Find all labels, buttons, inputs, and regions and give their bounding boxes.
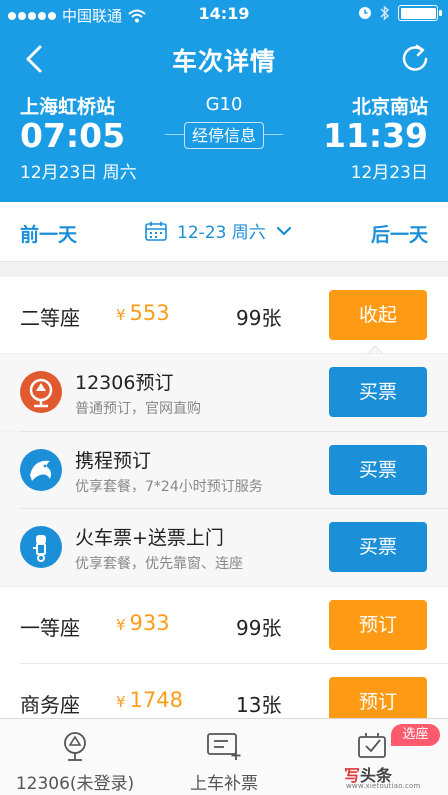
seat-price: ¥553 <box>116 301 170 325</box>
provider-title: 12306预订 <box>75 372 174 394</box>
provider-row-12306: 12306预订 普通预订，官网直购 买票 <box>0 354 448 431</box>
provider-row-delivery: 火车票+送票上门 优享套餐，优先靠窗、连座 买票 <box>0 509 448 586</box>
chevron-down-icon <box>276 226 291 235</box>
arrival-time: 11:39 <box>322 116 428 155</box>
caret-up-icon <box>367 345 383 354</box>
departure-date: 12月23日 周六 <box>20 163 137 183</box>
add-ticket-icon <box>207 733 241 760</box>
railway-logo-icon <box>20 371 62 413</box>
provider-title: 火车票+送票上门 <box>75 527 224 549</box>
seat-count: 99张 <box>236 616 282 640</box>
seat-price: ¥933 <box>116 611 170 635</box>
seat-count: 99张 <box>236 306 282 330</box>
battery-icon <box>398 5 442 21</box>
tab-12306[interactable]: 12306(未登录) <box>0 719 150 795</box>
calendar-icon <box>145 221 167 241</box>
tab-label: 上车补票 <box>190 774 258 794</box>
seat-price: ¥1748 <box>116 688 183 712</box>
route-summary: 上海虹桥站 07:05 12月23日 周六 G10 经停信息 北京南站 11:3… <box>0 88 448 188</box>
prev-day-button[interactable]: 前一天 <box>20 220 77 247</box>
next-day-button[interactable]: 后一天 <box>371 220 428 247</box>
buy-ticket-button[interactable]: 买票 <box>329 367 427 417</box>
nav-bar: 车次详情 <box>0 34 448 84</box>
buy-ticket-button[interactable]: 买票 <box>329 522 427 572</box>
stops-info-button[interactable]: 经停信息 <box>184 122 264 149</box>
seat-select-badge: 选座 <box>391 724 440 746</box>
watermark: 写头条 www.xietoutiao.com <box>344 766 421 790</box>
railway-icon <box>64 732 86 761</box>
seat-row-first-class: 一等座 ¥933 99张 预订 <box>0 587 448 664</box>
provider-subtitle: 优享套餐，7*24小时预订服务 <box>75 479 263 495</box>
departure-time: 07:05 <box>20 116 126 155</box>
buy-ticket-button[interactable]: 买票 <box>329 445 427 495</box>
book-button[interactable]: 预订 <box>329 677 427 724</box>
current-date-label: 12-23 周六 <box>177 223 266 243</box>
status-bar: 中国联通 14:19 <box>0 0 448 30</box>
date-selector[interactable]: 12-23 周六 <box>145 218 292 243</box>
refresh-icon[interactable] <box>398 42 432 76</box>
seat-row-business-class: 商务座 ¥1748 13张 预订 <box>0 664 448 724</box>
bluetooth-icon <box>380 5 390 21</box>
arrival-station: 北京南站 <box>351 96 428 118</box>
arrival-date: 12月23日 <box>350 163 428 183</box>
seat-count: 13张 <box>236 693 282 717</box>
collapse-button[interactable]: 收起 <box>329 290 427 340</box>
tab-supplementary-ticket[interactable]: 上车补票 <box>149 719 299 795</box>
provider-title: 携程预订 <box>75 450 152 472</box>
tab-label: 12306(未登录) <box>15 774 135 794</box>
seat-type: 商务座 <box>20 693 80 717</box>
courier-icon <box>20 526 62 568</box>
page-title: 车次详情 <box>171 47 276 76</box>
header: 中国联通 14:19 车次详情 上海虹桥站 07:05 12月23日 周六 G1… <box>0 0 448 202</box>
provider-subtitle: 优享套餐，优先靠窗、连座 <box>75 556 243 572</box>
book-button[interactable]: 预订 <box>329 600 427 650</box>
seat-select-icon <box>358 733 386 758</box>
seat-row-second-class: 二等座 ¥553 99张 收起 <box>0 277 448 353</box>
alarm-icon <box>359 7 371 19</box>
date-bar: 前一天 12-23 周六 后一天 <box>0 202 448 262</box>
dolphin-logo-icon <box>20 449 62 491</box>
provider-subtitle: 普通预订，官网直购 <box>75 401 201 417</box>
provider-row-ctrip: 携程预订 优享套餐，7*24小时预订服务 买票 <box>0 432 448 509</box>
seat-type: 二等座 <box>20 306 80 330</box>
seat-type: 一等座 <box>20 616 80 640</box>
